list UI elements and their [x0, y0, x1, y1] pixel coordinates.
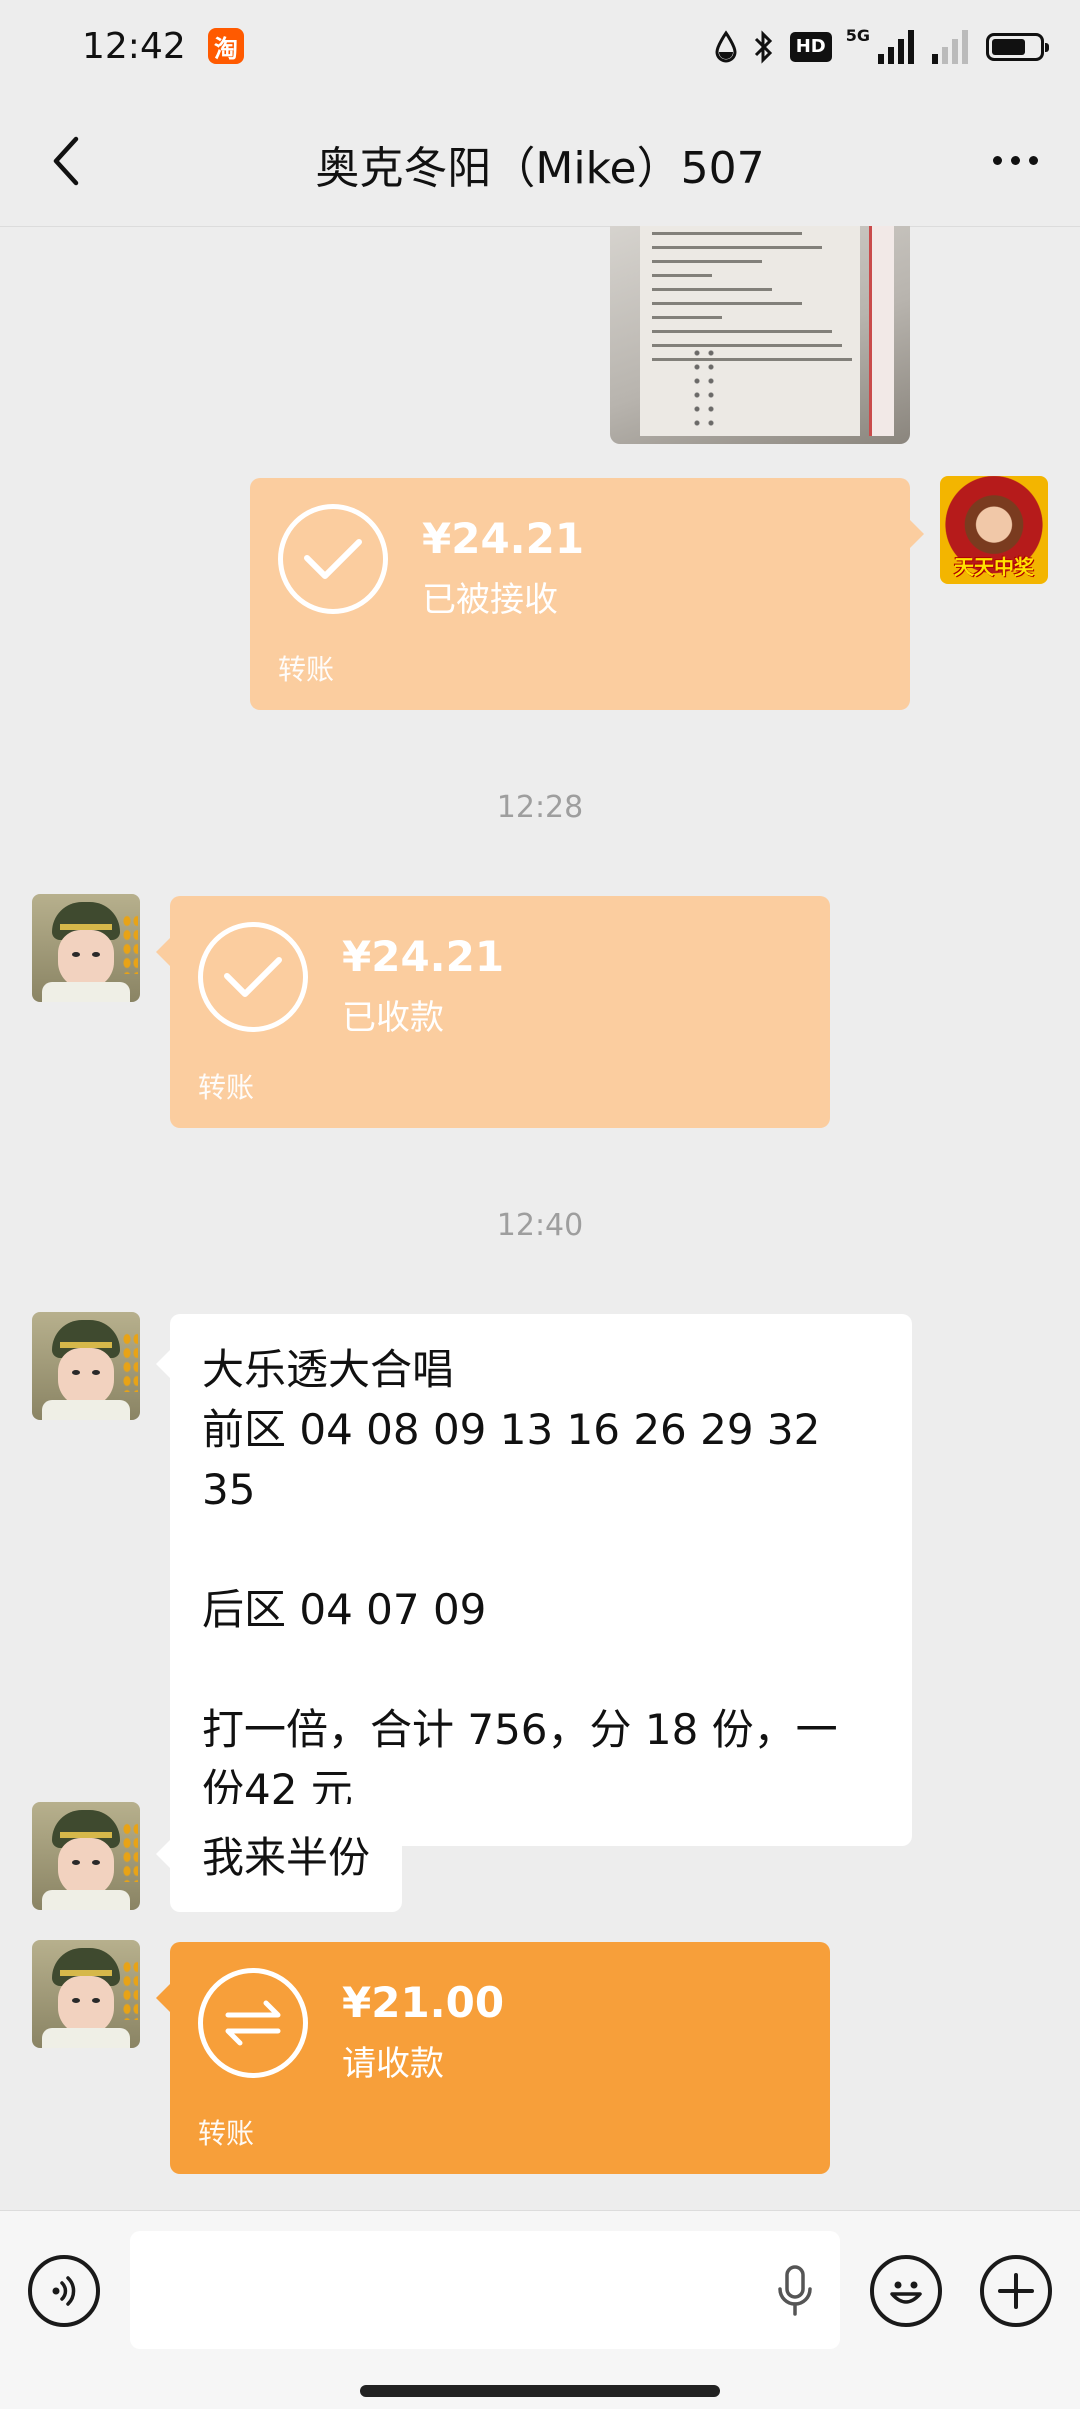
- status-icons: HD 5G: [714, 22, 1049, 72]
- hd-voice-icon: HD: [789, 32, 832, 62]
- back-button[interactable]: [36, 126, 96, 196]
- text-message-lottery[interactable]: 大乐透大合唱 前区 04 08 09 13 16 26 29 32 35 后区 …: [156, 1314, 912, 1846]
- transfer-arrows-icon: [225, 2000, 281, 2046]
- check-circle-icon: [198, 922, 308, 1032]
- transfer-circle-icon: [198, 1968, 308, 2078]
- contact-avatar[interactable]: [32, 1802, 140, 1910]
- more-icon-dot: [1028, 155, 1038, 165]
- emoji-icon: [890, 2281, 922, 2304]
- plus-icon: [998, 2273, 1034, 2309]
- contact-avatar[interactable]: [32, 1312, 140, 1420]
- mic-icon: [778, 2265, 812, 2316]
- contact-avatar[interactable]: [32, 894, 140, 1002]
- input-bar: [0, 2210, 1080, 2409]
- message-line: 后区 04 07 09: [202, 1585, 487, 1634]
- back-icon: [53, 136, 79, 186]
- water-drop-icon: [715, 30, 737, 63]
- chat-title: 奥克冬阳（Mike）507: [315, 143, 765, 194]
- taobao-notification-icon: 淘: [208, 28, 244, 64]
- timestamp: 12:28: [496, 790, 584, 825]
- message-line: 我来半份: [202, 1833, 371, 1882]
- contact-avatar[interactable]: [32, 1940, 140, 2048]
- receipt-photo: [640, 226, 894, 436]
- voice-icon: [52, 2276, 76, 2306]
- timestamp: 12:40: [496, 1208, 584, 1243]
- message-line: 前区 04 08 09 13 16 26 29 32 35: [202, 1405, 834, 1514]
- message-input[interactable]: [130, 2231, 840, 2349]
- more-functions-button[interactable]: [980, 2255, 1052, 2327]
- battery-level: [992, 39, 1025, 55]
- transfer-status: 已被接收: [422, 580, 558, 620]
- transfer-label: 转账: [198, 1071, 255, 1104]
- image-message[interactable]: [610, 226, 910, 444]
- battery-icon: [986, 33, 1049, 61]
- signal-icon: [878, 30, 914, 64]
- transfer-card-sent[interactable]: ¥24.21 已被接收 转账: [250, 478, 924, 710]
- transfer-label: 转账: [278, 653, 335, 686]
- status-bar: 12:42 淘 HD 5G: [0, 0, 1080, 96]
- network-type-label: 5G: [845, 25, 870, 45]
- message-line: [202, 1640, 880, 1700]
- avatar-caption: 天天中奖: [954, 555, 1034, 579]
- signal-secondary-icon: [932, 30, 968, 64]
- home-indicator[interactable]: [360, 2385, 720, 2397]
- more-icon: [992, 155, 1002, 165]
- check-circle-icon: [278, 504, 388, 614]
- text-message-half-share[interactable]: 我来半份: [155, 1804, 403, 1912]
- status-time: 12:42: [82, 26, 186, 67]
- transfer-amount: ¥24.21: [422, 514, 585, 563]
- voice-button[interactable]: [28, 2255, 100, 2327]
- more-icon-dot: [1010, 155, 1020, 165]
- emoji-button[interactable]: [870, 2255, 942, 2327]
- message-list[interactable]: 天天中奖 ¥24.21 已被接收 转账 12:28 ¥24.21 已收款 转账 …: [0, 226, 1080, 2210]
- message-line: 打一倍，合计 756，分 18 份，一: [202, 1705, 838, 1754]
- check-icon: [224, 957, 282, 997]
- transfer-status: 请收款: [342, 2044, 444, 2084]
- transfer-card-received[interactable]: ¥24.21 已收款 转账: [156, 896, 830, 1128]
- my-avatar[interactable]: 天天中奖: [940, 476, 1048, 584]
- transfer-amount: ¥24.21: [342, 932, 505, 981]
- transfer-status: 已收款: [342, 998, 444, 1038]
- message-line: [202, 1520, 880, 1580]
- more-button[interactable]: [980, 130, 1050, 190]
- chat-header: 奥克冬阳（Mike）507: [0, 96, 1080, 227]
- transfer-amount: ¥21.00: [342, 1978, 505, 2027]
- bluetooth-icon: [754, 30, 772, 64]
- transfer-card-pending[interactable]: ¥21.00 请收款 转账: [156, 1942, 830, 2174]
- transfer-label: 转账: [198, 2117, 255, 2150]
- check-icon: [304, 539, 362, 579]
- message-line: 大乐透大合唱: [202, 1345, 455, 1394]
- voice-input-button[interactable]: [770, 2261, 820, 2321]
